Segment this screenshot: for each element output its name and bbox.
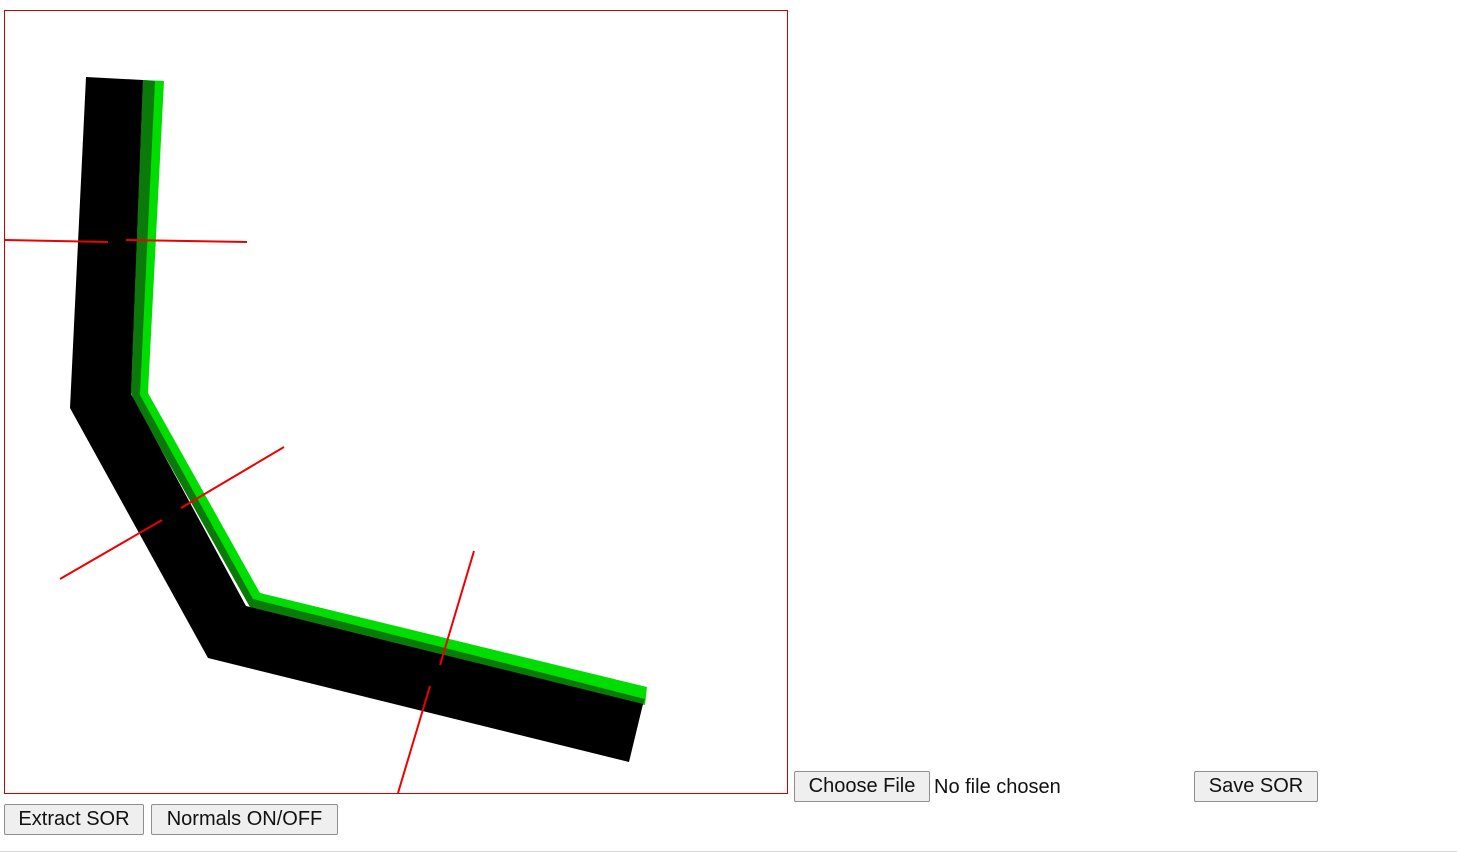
normal-line-2 <box>59 519 163 580</box>
divider <box>0 851 1457 852</box>
normal-line-2-b <box>180 446 285 509</box>
normals-toggle-button[interactable]: Normals ON/OFF <box>151 804 338 835</box>
app-page: Choose File No file chosen Save SOR Extr… <box>0 0 1457 853</box>
choose-file-button[interactable]: Choose File <box>794 771 930 802</box>
canvas-drawing <box>5 77 647 793</box>
file-status-text: No file chosen <box>934 776 1061 798</box>
sor-canvas[interactable] <box>4 10 788 794</box>
save-sor-button[interactable]: Save SOR <box>1194 771 1318 802</box>
extract-sor-button[interactable]: Extract SOR <box>4 804 144 835</box>
